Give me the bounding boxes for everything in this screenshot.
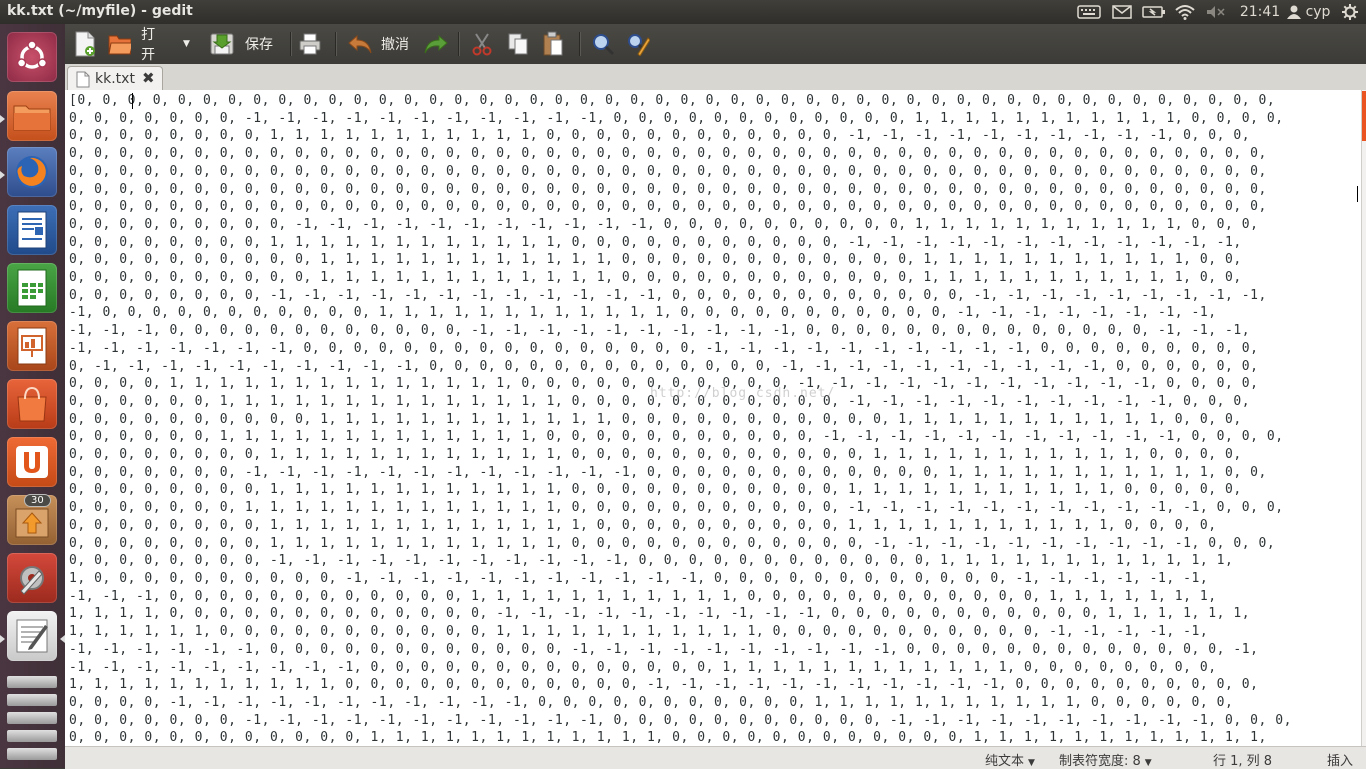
cut-button[interactable]: [471, 30, 497, 58]
open-button[interactable]: 打开: [107, 27, 167, 63]
software-updater-button[interactable]: 30: [7, 494, 57, 545]
ubuntu-logo-icon: [16, 40, 48, 69]
firefox-icon: [16, 156, 48, 188]
user-name[interactable]: cyp: [1303, 0, 1333, 24]
open-label: 打开: [141, 27, 156, 63]
copy-button[interactable]: [507, 30, 533, 58]
launcher: 30: [0, 24, 65, 768]
impress-icon: [17, 327, 47, 365]
toolbar: 打开 ▼ 保存 撤消: [65, 24, 1366, 64]
printer-icon: [299, 33, 321, 55]
text-editor-area[interactable]: [0, 0, 0, 0, 0, 0, 0, 0, 0, 0, 0, 0, 0, …: [65, 90, 1361, 746]
tab-kk-txt[interactable]: kk.txt ✖: [67, 66, 163, 92]
chevron-down-icon: ▼: [1144, 758, 1152, 768]
settings-gear-icon[interactable]: [1339, 0, 1361, 24]
folder-icon: [13, 105, 51, 131]
save-label: 保存: [245, 37, 273, 53]
document-text[interactable]: [0, 0, 0, 0, 0, 0, 0, 0, 0, 0, 0, 0, 0, …: [69, 92, 1292, 746]
libreoffice-calc-button[interactable]: [7, 263, 57, 313]
search-button[interactable]: [591, 30, 617, 58]
mouse-ibeam: [1357, 186, 1358, 202]
update-count-badge: 30: [24, 494, 51, 507]
copy-icon: [508, 33, 528, 55]
language-selector[interactable]: 纯文本 ▼: [985, 750, 1035, 769]
workspace-switcher[interactable]: [5, 674, 59, 764]
undo-label: 撤消: [381, 37, 409, 53]
redo-button[interactable]: [423, 30, 449, 58]
ubuntu-dash-button[interactable]: [7, 32, 57, 82]
new-document-button[interactable]: [73, 30, 99, 58]
ubuntu-one-icon: [16, 446, 48, 478]
ubuntu-one-button[interactable]: [7, 437, 57, 487]
print-button[interactable]: [298, 30, 326, 58]
calc-icon: [17, 269, 47, 307]
text-editor-icon: [16, 619, 48, 653]
shopping-bag-icon: [17, 386, 47, 422]
scrollbar-thumb[interactable]: [1362, 91, 1366, 141]
scissors-icon: [472, 33, 492, 56]
tab-width-selector[interactable]: 制表符宽度: 8 ▼: [1059, 750, 1152, 769]
status-bar: 纯文本 ▼ 制表符宽度: 8 ▼ 行 1, 列 8 插入: [65, 746, 1366, 769]
tab-close-icon[interactable]: ✖: [142, 69, 155, 87]
clipboard-icon: [543, 31, 563, 56]
mail-icon[interactable]: [1110, 0, 1134, 24]
search-replace-button[interactable]: [626, 30, 652, 58]
open-folder-icon: [108, 35, 132, 55]
libreoffice-writer-button[interactable]: [7, 205, 57, 255]
keyboard-icon[interactable]: [1075, 0, 1103, 24]
volume-muted-icon[interactable]: [1204, 0, 1228, 24]
save-icon: [210, 33, 234, 55]
insert-mode: 插入: [1327, 754, 1354, 769]
gedit-button[interactable]: [7, 611, 57, 661]
clock[interactable]: 21:41: [1238, 0, 1282, 24]
redo-arrow-icon: [424, 34, 448, 54]
ubuntu-software-button[interactable]: [7, 379, 57, 429]
new-document-icon: [75, 31, 95, 57]
tab-strip: kk.txt ✖: [65, 64, 1366, 92]
libreoffice-impress-button[interactable]: [7, 321, 57, 371]
firefox-button[interactable]: [7, 147, 57, 197]
writer-icon: [17, 211, 47, 249]
cursor-position: 行 1, 列 8: [1213, 754, 1273, 769]
settings-wrench-icon: [20, 566, 44, 595]
text-cursor: [132, 93, 133, 109]
battery-icon[interactable]: [1141, 0, 1167, 24]
vertical-scrollbar[interactable]: [1361, 90, 1366, 746]
window-title: kk.txt (~/myfile) - gedit: [7, 3, 193, 19]
system-settings-button[interactable]: [7, 553, 57, 603]
user-icon[interactable]: [1286, 0, 1302, 24]
save-button[interactable]: 保存: [209, 30, 279, 58]
open-recent-dropdown[interactable]: ▼: [183, 30, 197, 58]
search-icon: [593, 34, 615, 56]
search-replace-icon: [628, 34, 650, 56]
chevron-down-icon: ▼: [1028, 758, 1035, 768]
undo-arrow-icon: [348, 34, 372, 54]
wifi-icon[interactable]: [1172, 0, 1198, 24]
tab-label: kk.txt: [95, 71, 135, 87]
text-file-icon: [76, 71, 90, 88]
watermark: http://blog.csdn.net/: [650, 386, 836, 401]
top-panel: kk.txt (~/myfile) - gedit 21:41 cyp: [0, 0, 1366, 24]
paste-button[interactable]: [542, 30, 568, 58]
files-button[interactable]: [7, 91, 57, 141]
undo-button[interactable]: 撤消: [347, 30, 413, 58]
